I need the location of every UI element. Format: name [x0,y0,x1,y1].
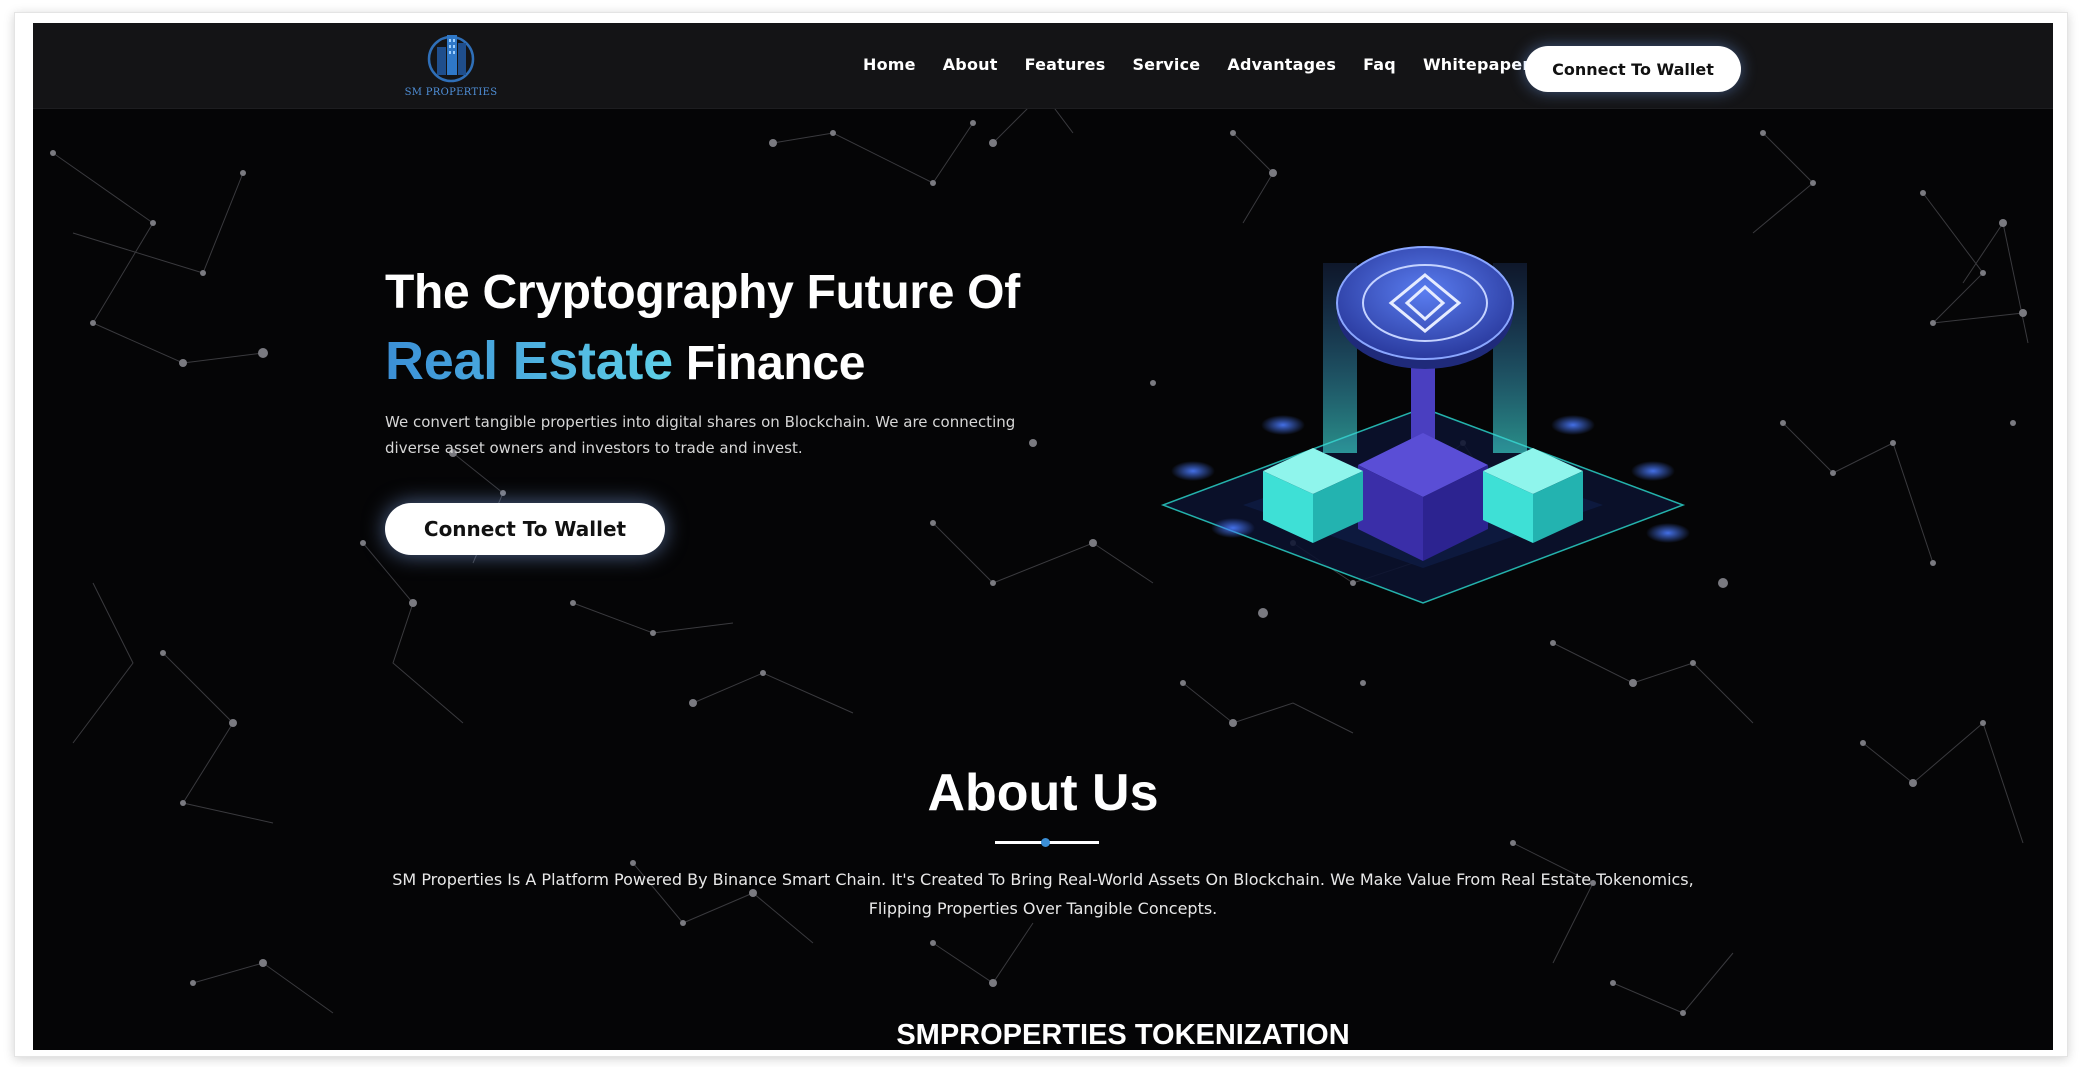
nav-faq[interactable]: Faq [1363,55,1396,74]
hero-title: The Cryptography Future Of Real Estate F… [385,259,1105,398]
nav-features[interactable]: Features [1025,55,1106,74]
hero-title-line1: The Cryptography Future Of [385,266,1020,319]
nav-service[interactable]: Service [1132,55,1200,74]
website-viewport: SM PROPERTIES Home About Features Servic… [33,23,2053,1050]
connect-wallet-nav-button[interactable]: Connect To Wallet [1525,46,1741,92]
nav-advantages[interactable]: Advantages [1227,55,1336,74]
brand-name: SM PROPERTIES [404,87,498,98]
blockchain-isometric-illustration [1160,246,1690,604]
hero-title-end: Finance [685,337,866,390]
hero-description: We convert tangible properties into digi… [385,413,1016,457]
top-nav: SM PROPERTIES Home About Features Servic… [33,23,2053,109]
nav-home[interactable]: Home [863,55,916,74]
brand-logo[interactable]: SM PROPERTIES [391,29,511,105]
main-menu: Home About Features Service Advantages F… [863,55,1530,74]
buildings-logo-icon [427,35,475,83]
about-underline-dot [1041,838,1050,847]
nav-whitepaper[interactable]: Whitepaper [1423,55,1530,74]
connect-wallet-hero-button[interactable]: Connect To Wallet [385,503,665,555]
screenshot-frame: SM PROPERTIES Home About Features Servic… [14,12,2068,1057]
nav-about[interactable]: About [943,55,998,74]
about-text: SM Properties Is A Platform Powered By B… [392,870,1694,918]
tokenization-title: SMPROPERTIES TOKENIZATION [896,1019,1350,1050]
hero-title-highlight: Real Estate [385,331,673,391]
about-title: About Us [927,764,1159,822]
